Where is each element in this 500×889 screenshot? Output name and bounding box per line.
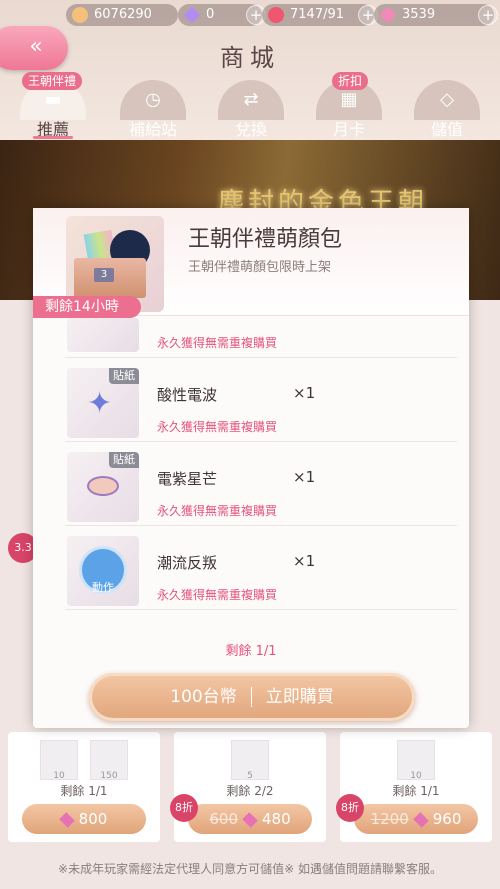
buy-now-button[interactable]: 100台幣 立即購買 bbox=[89, 673, 415, 721]
footer-note: ※未成年玩家需經法定代理人同意方可儲值※ 如遇儲值問題請聯繫客服。 bbox=[58, 862, 442, 876]
card-remaining: 剩餘 2/2 bbox=[226, 784, 274, 798]
card-old-price: 600 bbox=[209, 810, 238, 828]
action-label: 動作 bbox=[79, 546, 127, 594]
diamond-icon bbox=[58, 811, 75, 828]
list-item: 動作 潮流反叛 ×1 永久獲得無需重複購買 bbox=[65, 528, 457, 610]
shop-card-2[interactable]: 5 剩餘 2/2 600 480 8折 bbox=[170, 732, 326, 842]
pack-subtitle: 王朝伴禮萌顏包限時上架 bbox=[188, 260, 332, 275]
card-price: 960 bbox=[432, 810, 462, 828]
pink-diamond-icon bbox=[379, 6, 397, 24]
page-title: 商城 bbox=[220, 44, 280, 72]
diamond-icon bbox=[242, 811, 258, 828]
hero-count-badge: 3 bbox=[94, 268, 114, 282]
tab-exchange[interactable]: ⇄ 兌換 bbox=[216, 80, 286, 139]
pack-title: 王朝伴禮萌顏包 bbox=[188, 227, 343, 252]
diamond-icon: ◇ bbox=[440, 89, 454, 110]
tab-topup[interactable]: ◇ 儲值 bbox=[412, 80, 482, 139]
card-price: 480 bbox=[262, 810, 291, 828]
item-note: 永久獲得無需重複購買 bbox=[157, 588, 278, 602]
eye-sticker-icon: 貼紙 bbox=[67, 452, 139, 522]
list-item: 永久獲得無需重複購買 bbox=[65, 318, 457, 358]
item-name: 酸性電波 bbox=[157, 386, 218, 404]
diamond-icon bbox=[412, 811, 429, 828]
sticker-badge: 貼紙 bbox=[109, 452, 139, 468]
list-item: ✦ 貼紙 酸性電波 ×1 永久獲得無需重複購買 bbox=[65, 360, 457, 442]
currency-diamonds: 3539 + bbox=[374, 4, 498, 26]
card-old-price: 1200 bbox=[370, 810, 409, 828]
pack-detail-modal[interactable]: 3 王朝伴禮萌顏包 王朝伴禮萌顏包限時上架 剩餘14小時 永久獲得無需重複購買 … bbox=[33, 208, 469, 728]
shop-card-3[interactable]: 10 剩餘 1/1 1200 960 8折 bbox=[336, 732, 492, 842]
card-buy-button[interactable]: 600 480 bbox=[188, 804, 312, 834]
item-quantity: ×1 bbox=[293, 552, 316, 570]
tab-label: 月卡 bbox=[332, 120, 365, 139]
item-thumbnail bbox=[67, 318, 139, 352]
tab-tag-discount: 折扣 bbox=[332, 72, 369, 90]
currency-hearts: 7147/91 + bbox=[262, 4, 378, 26]
time-remaining-badge: 剩餘14小時 bbox=[33, 296, 141, 318]
sticker-badge: 貼紙 bbox=[109, 368, 139, 384]
currency-purple-gem: 0 + bbox=[178, 4, 266, 26]
item-note: 永久獲得無需重複購買 bbox=[157, 336, 278, 350]
card-price: 800 bbox=[78, 810, 108, 828]
pack-remaining: 剩餘 1/1 bbox=[225, 644, 277, 659]
cat-coin-icon bbox=[72, 7, 88, 23]
tab-label: 兌換 bbox=[234, 120, 267, 139]
card-buy-button[interactable]: 1200 960 bbox=[354, 804, 478, 834]
item-name: 潮流反叛 bbox=[157, 554, 218, 572]
item-quantity: ×1 bbox=[293, 384, 316, 402]
discount-badge: 8折 bbox=[336, 794, 364, 822]
feather-item-icon: 10 bbox=[397, 740, 435, 781]
item-note: 永久獲得無需重複購買 bbox=[157, 420, 278, 434]
card-remaining: 剩餘 1/1 bbox=[392, 784, 440, 798]
tab-tag-event: 王朝伴禮 bbox=[22, 72, 83, 90]
coins-value: 6076290 bbox=[94, 7, 152, 22]
hearts-value: 7147/91 bbox=[290, 7, 345, 22]
gem-value: 0 bbox=[206, 7, 215, 22]
exchange-icon: ⇄ bbox=[243, 89, 259, 110]
feather-item-icon: 10 bbox=[40, 740, 78, 781]
buy-label: 立即購買 bbox=[265, 687, 334, 707]
feather-item-icon: 5 bbox=[231, 740, 269, 781]
heart-icon bbox=[268, 7, 284, 23]
item-quantity: ×1 bbox=[293, 468, 316, 486]
card-buy-button[interactable]: 800 bbox=[22, 804, 146, 834]
purple-gem-icon bbox=[183, 6, 201, 24]
tab-supply[interactable]: ◷ 補給站 bbox=[118, 80, 188, 139]
currency-coins: 6076290 bbox=[66, 4, 178, 26]
action-pose-icon: 動作 bbox=[67, 536, 139, 606]
shop-card-1[interactable]: 10 150 剩餘 1/1 800 bbox=[8, 732, 160, 842]
diamonds-value: 3539 bbox=[402, 7, 436, 22]
star-sticker-icon: ✦ 貼紙 bbox=[67, 368, 139, 438]
buy-price: 100台幣 bbox=[170, 687, 237, 707]
add-diamonds-button[interactable]: + bbox=[478, 5, 498, 25]
list-item: 貼紙 電紫星芒 ×1 永久獲得無需重複購買 bbox=[65, 444, 457, 526]
discount-badge: 8折 bbox=[170, 794, 198, 822]
item-note: 永久獲得無需重複購買 bbox=[157, 504, 278, 518]
tab-label: 補給站 bbox=[128, 120, 177, 139]
item-name: 電紫星芒 bbox=[157, 470, 218, 488]
tab-label: 儲值 bbox=[430, 120, 463, 139]
card-remaining: 剩餘 1/1 bbox=[60, 784, 108, 798]
gift-bag-icon: ▬ bbox=[44, 89, 62, 110]
diamond-item-icon: 150 bbox=[90, 740, 128, 781]
calendar-icon: ▦ bbox=[340, 89, 358, 110]
clock-icon: ◷ bbox=[145, 89, 161, 110]
